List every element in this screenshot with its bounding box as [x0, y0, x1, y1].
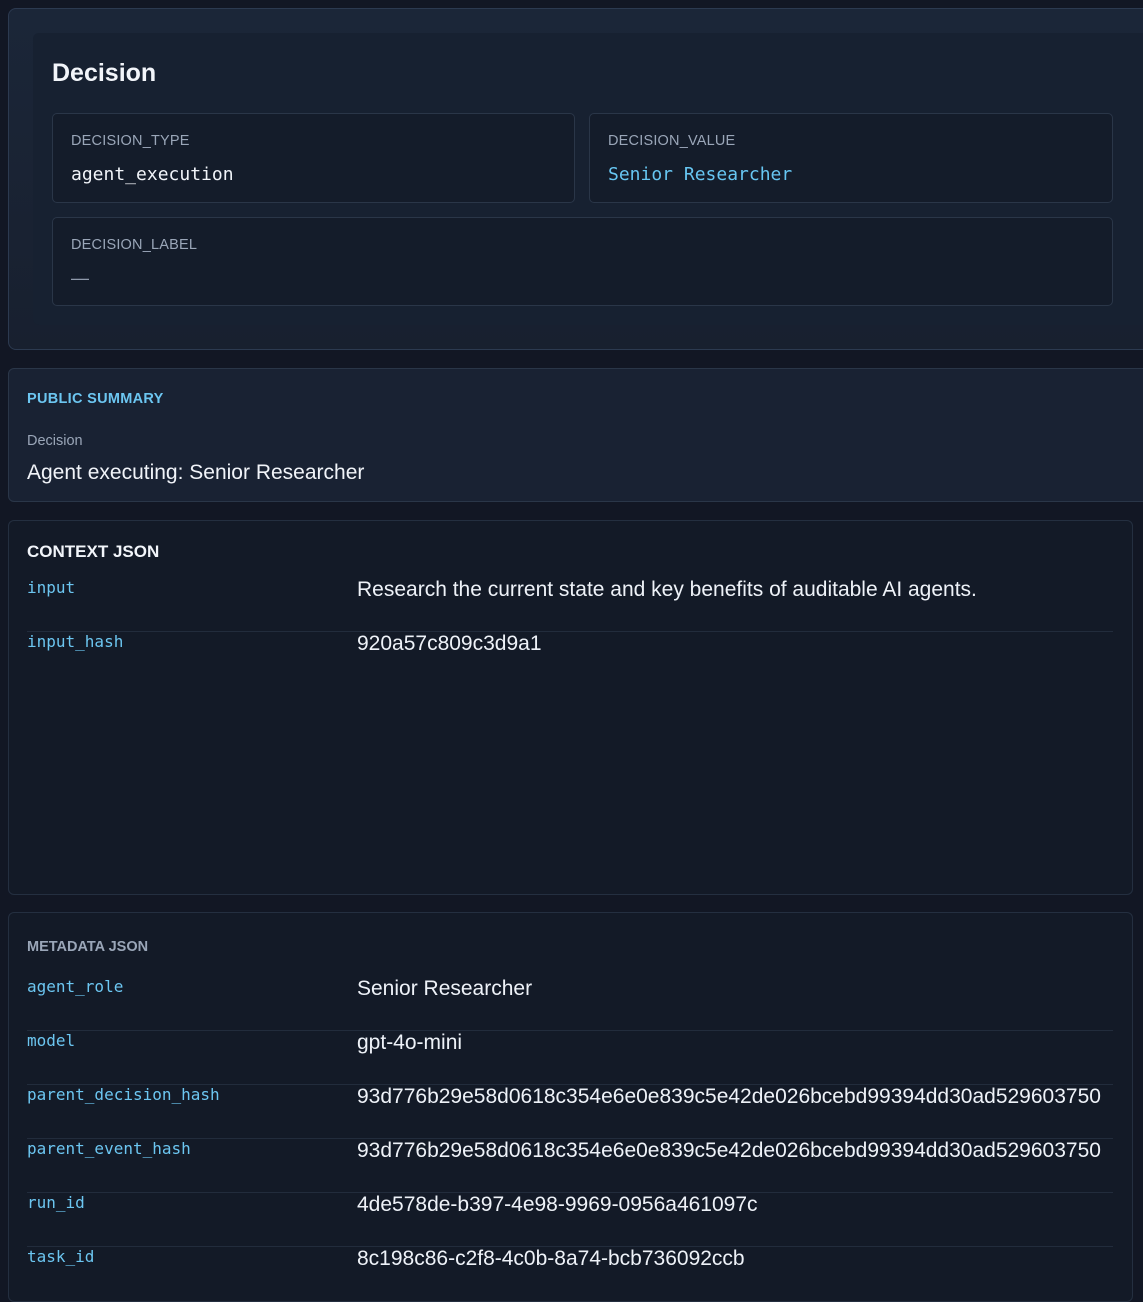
- decision-value-value: Senior Researcher: [608, 164, 793, 185]
- decision-title: Decision: [52, 59, 157, 87]
- public-summary-label: Decision: [27, 433, 83, 449]
- public-summary-card: PUBLIC SUMMARY Decision Agent executing:…: [8, 368, 1143, 502]
- context-key: input: [27, 578, 76, 597]
- context-json-heading: CONTEXT JSON: [27, 542, 160, 561]
- decision-inner-card: Decision DECISION_TYPE agent_execution D…: [33, 33, 1143, 325]
- metadata-json-heading: METADATA JSON: [27, 939, 149, 955]
- decision-panel: Decision DECISION_TYPE agent_execution D…: [8, 8, 1143, 350]
- decision-type-field: DECISION_TYPE agent_execution: [52, 113, 575, 203]
- metadata-row-run-id: run_id 4de578de-b397-4e98-9969-0956a4610…: [27, 1193, 1113, 1247]
- metadata-key: model: [27, 1031, 76, 1050]
- decision-type-value: agent_execution: [71, 164, 234, 185]
- public-summary-heading: PUBLIC SUMMARY: [27, 391, 164, 407]
- metadata-json-card: METADATA JSON agent_role Senior Research…: [8, 912, 1133, 1302]
- metadata-key: agent_role: [27, 977, 124, 996]
- metadata-row-model: model gpt-4o-mini: [27, 1031, 1113, 1085]
- metadata-row-task-id: task_id 8c198c86-c2f8-4c0b-8a74-bcb73609…: [27, 1247, 1113, 1301]
- metadata-value: 93d776b29e58d0618c354e6e0e839c5e42de026b…: [357, 1085, 1101, 1108]
- decision-value-field: DECISION_VALUE Senior Researcher: [589, 113, 1113, 203]
- metadata-row-parent-event-hash: parent_event_hash 93d776b29e58d0618c354e…: [27, 1139, 1113, 1193]
- public-summary-value: Agent executing: Senior Researcher: [27, 461, 365, 484]
- metadata-row-agent-role: agent_role Senior Researcher: [27, 977, 1113, 1031]
- metadata-value: 8c198c86-c2f8-4c0b-8a74-bcb736092ccb: [357, 1247, 745, 1270]
- metadata-value: 93d776b29e58d0618c354e6e0e839c5e42de026b…: [357, 1139, 1101, 1162]
- metadata-key: task_id: [27, 1247, 95, 1266]
- context-key: input_hash: [27, 632, 124, 651]
- metadata-value: gpt-4o-mini: [357, 1031, 463, 1054]
- metadata-value: 4de578de-b397-4e98-9969-0956a461097c: [357, 1193, 758, 1216]
- metadata-value: Senior Researcher: [357, 977, 533, 1000]
- context-value: 920a57c809c3d9a1: [357, 632, 542, 655]
- metadata-key: parent_decision_hash: [27, 1085, 220, 1104]
- context-row-input-hash: input_hash 920a57c809c3d9a1: [27, 632, 1113, 686]
- decision-label-label: DECISION_LABEL: [71, 237, 198, 253]
- context-value: Research the current state and key benef…: [357, 578, 977, 601]
- decision-value-label: DECISION_VALUE: [608, 133, 736, 149]
- metadata-row-parent-decision-hash: parent_decision_hash 93d776b29e58d0618c3…: [27, 1085, 1113, 1139]
- context-row-input: input Research the current state and key…: [27, 578, 1113, 632]
- decision-label-value: —: [71, 268, 89, 288]
- decision-label-field: DECISION_LABEL —: [52, 217, 1113, 306]
- context-json-card: CONTEXT JSON input Research the current …: [8, 520, 1133, 895]
- metadata-key: parent_event_hash: [27, 1139, 191, 1158]
- metadata-key: run_id: [27, 1193, 85, 1212]
- decision-type-label: DECISION_TYPE: [71, 133, 190, 149]
